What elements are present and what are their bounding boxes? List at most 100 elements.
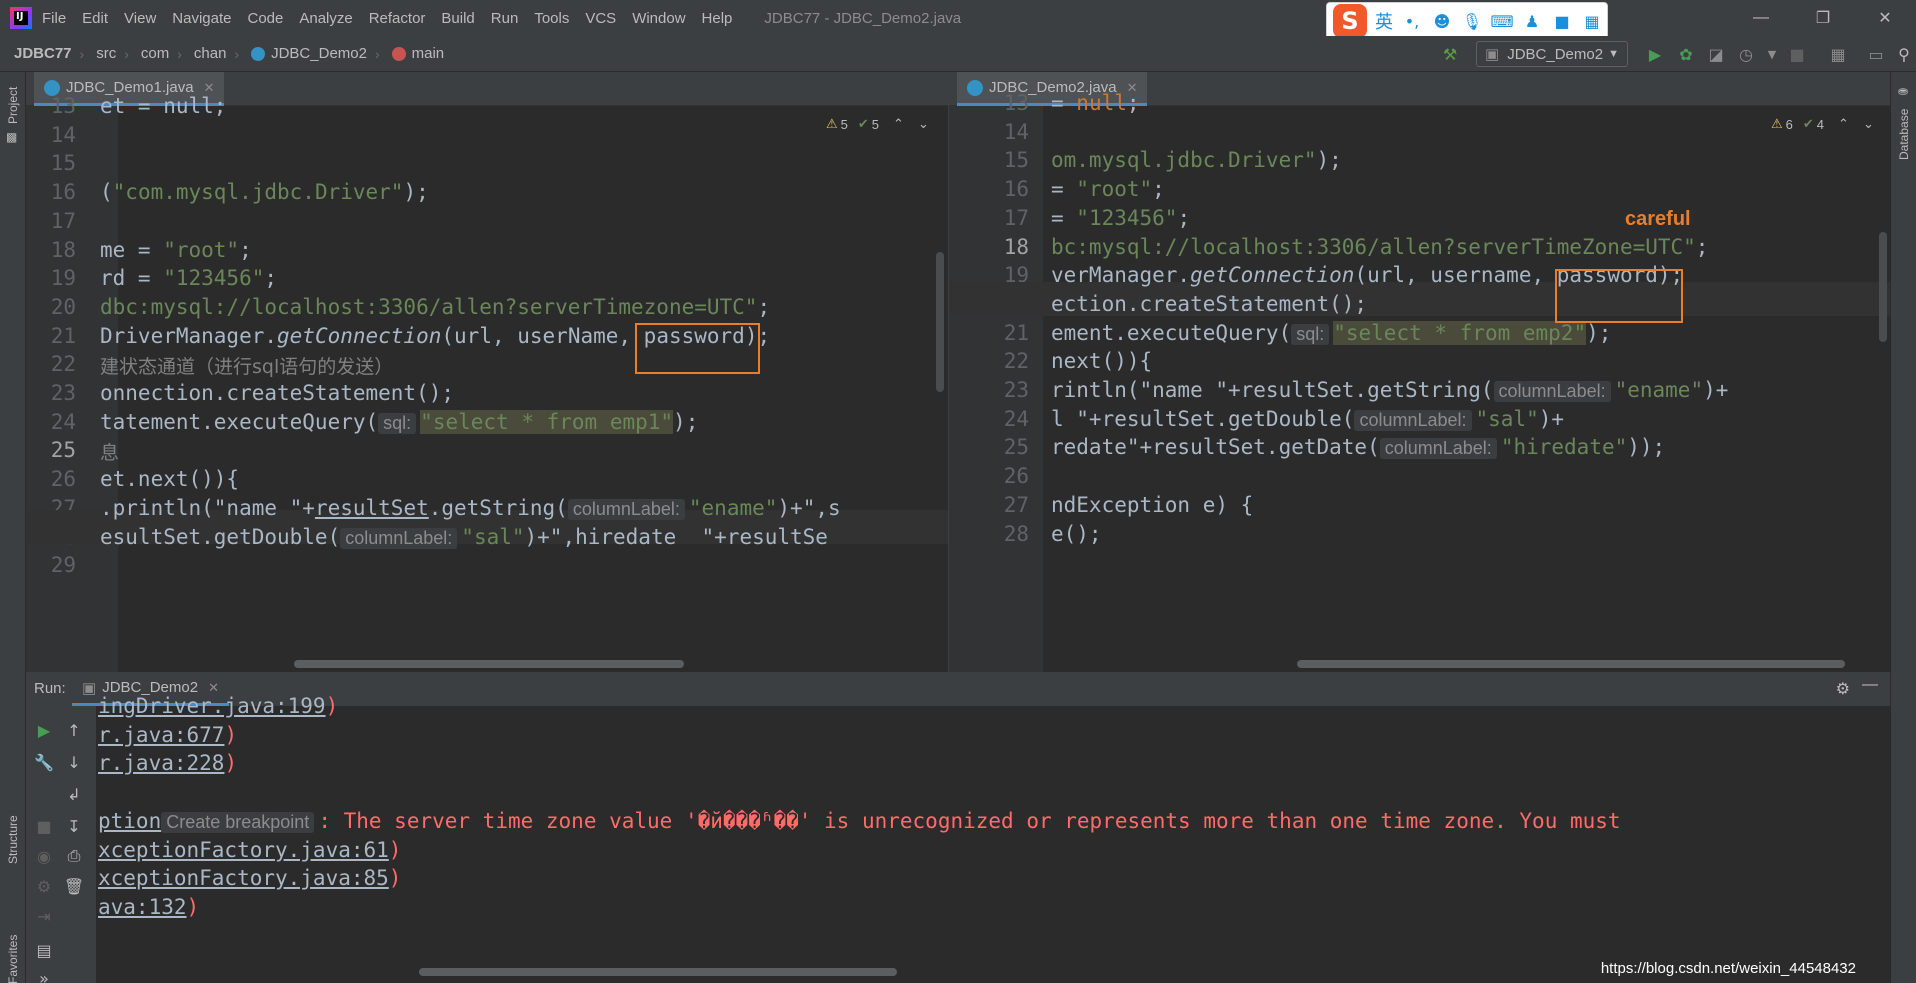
console-line[interactable]: ingDriver.java:199) xyxy=(98,694,338,718)
console-line[interactable]: r.java:228) xyxy=(98,751,237,775)
code-line[interactable]: dbc:mysql://localhost:3306/allen?serverT… xyxy=(100,295,770,319)
code-line[interactable]: et = null; xyxy=(100,94,226,118)
breadcrumb-class[interactable]: JDBC_Demo2 xyxy=(251,45,367,62)
favorites-tool-tab[interactable]: Favorites xyxy=(6,935,20,983)
build-hammer-icon[interactable]: ⚒ xyxy=(1440,44,1460,64)
trash-icon[interactable]: 🗑 xyxy=(64,876,84,896)
breadcrumb-com[interactable]: com xyxy=(141,45,169,62)
menu-analyze[interactable]: Analyze xyxy=(299,10,352,27)
more-run-chevron-icon[interactable]: ▼ xyxy=(1762,44,1782,64)
code-line[interactable]: me = "root"; xyxy=(100,238,252,262)
breadcrumb-src[interactable]: src xyxy=(96,45,116,62)
code-line[interactable]: 建状态通道（进行sql语句的发送） xyxy=(100,352,393,379)
stop-icon[interactable]: ■ xyxy=(1787,44,1807,64)
chevron-up-icon[interactable]: ⌃ xyxy=(893,116,904,132)
inspection-widget[interactable]: ⚠ 6 ✔ 4 ⌃ ⌄ xyxy=(1771,116,1874,132)
code-line[interactable]: bc:mysql://localhost:3306/allen?serverTi… xyxy=(1051,235,1708,259)
menu-window[interactable]: Window xyxy=(632,10,685,27)
menu-run[interactable]: Run xyxy=(491,10,519,27)
breadcrumb-project[interactable]: JDBC77 xyxy=(14,45,72,62)
console-line[interactable]: ava:132) xyxy=(98,895,199,919)
code-line[interactable]: = null; xyxy=(1051,91,1140,115)
code-line[interactable]: rintln("name "+resultSet.getString(colum… xyxy=(1051,378,1728,402)
scroll-down-icon[interactable]: ↓ xyxy=(64,752,84,772)
debug-bug-icon[interactable]: ✿ xyxy=(1676,44,1696,64)
menu-view[interactable]: View xyxy=(124,10,156,27)
chevron-down-icon[interactable]: ⌄ xyxy=(1863,116,1874,132)
layout-icon[interactable]: ▤ xyxy=(34,940,54,960)
sogou-logo-icon[interactable]: S xyxy=(1333,4,1367,38)
right-horizontal-scrollbar[interactable] xyxy=(1297,660,1845,668)
code-line[interactable]: ("com.mysql.jdbc.Driver"); xyxy=(100,180,429,204)
code-line[interactable]: tatement.executeQuery(sql: "select * from… xyxy=(100,409,698,434)
keyboard-icon[interactable]: ⌨ xyxy=(1490,10,1513,32)
code-line[interactable]: rd = "123456"; xyxy=(100,266,277,290)
print-icon[interactable]: ⎙ xyxy=(64,846,84,866)
code-line[interactable]: ndException e) { xyxy=(1051,493,1253,517)
code-line[interactable]: om.mysql.jdbc.Driver"); xyxy=(1051,148,1342,172)
settings-gear-icon[interactable]: ⚙ xyxy=(1836,679,1850,699)
code-line[interactable]: et.next()){ xyxy=(100,467,239,491)
database-tool-tab[interactable]: Database xyxy=(1897,109,1911,160)
code-line[interactable]: 息 xyxy=(100,438,119,465)
code-line[interactable]: onnection.createStatement(); xyxy=(100,381,454,405)
console-line[interactable]: xceptionFactory.java:85) xyxy=(98,866,401,890)
code-line[interactable]: ement.executeQuery(sql: "select * from em… xyxy=(1051,320,1611,345)
project-tool-tab[interactable]: Project xyxy=(6,87,20,124)
minimize-icon[interactable]: — xyxy=(1730,0,1792,36)
chevron-down-icon[interactable]: ⌄ xyxy=(918,116,929,132)
rerun-icon[interactable]: ▶ xyxy=(34,720,54,740)
soft-wrap-icon[interactable]: ↲ xyxy=(64,784,84,804)
restore-icon[interactable]: ❐ xyxy=(1792,0,1854,36)
run-configuration-select[interactable]: ▣ JDBC_Demo2 ▼ xyxy=(1476,41,1628,67)
right-vertical-scrollbar[interactable] xyxy=(1879,232,1887,342)
structure-tool-tab[interactable]: Structure xyxy=(6,815,20,864)
menu-code[interactable]: Code xyxy=(247,10,283,27)
menu-file[interactable]: File xyxy=(42,10,66,27)
menu-build[interactable]: Build xyxy=(441,10,474,27)
chevron-up-icon[interactable]: ⌃ xyxy=(1838,116,1849,132)
code-line[interactable]: .println("name "+resultSet.getString(col… xyxy=(100,496,841,520)
breadcrumb-chan[interactable]: chan xyxy=(194,45,227,62)
menu-edit[interactable]: Edit xyxy=(82,10,108,27)
left-vertical-scrollbar[interactable] xyxy=(936,252,944,392)
terminal-icon[interactable]: ▭ xyxy=(1866,44,1886,64)
profile-icon[interactable]: ◷ xyxy=(1736,44,1756,64)
code-line[interactable]: = "123456"; xyxy=(1051,206,1190,230)
search-icon[interactable]: ⚲ xyxy=(1894,44,1914,64)
code-line[interactable]: = "root"; xyxy=(1051,177,1165,201)
code-line[interactable]: redate"+resultSet.getDate(columnLabel: "h… xyxy=(1051,435,1665,460)
skin-shirt-icon[interactable]: ■ xyxy=(1551,10,1573,32)
code-line[interactable]: next()){ xyxy=(1051,349,1152,373)
scroll-to-end-icon[interactable]: ↧ xyxy=(64,816,84,836)
menu-navigate[interactable]: Navigate xyxy=(172,10,231,27)
hide-panel-icon[interactable]: — xyxy=(1862,676,1878,694)
coverage-icon[interactable]: ◪ xyxy=(1706,44,1726,64)
punctuation-icon[interactable]: •, xyxy=(1401,10,1423,32)
project-structure-icon[interactable]: ▦ xyxy=(1828,44,1848,64)
toolbox-grid-icon[interactable]: ▦ xyxy=(1581,10,1603,32)
menu-vcs[interactable]: VCS xyxy=(585,10,616,27)
ime-language-toggle[interactable]: 英 xyxy=(1375,8,1393,34)
emoji-icon[interactable]: ☻ xyxy=(1431,10,1453,32)
console-line[interactable]: ption Create breakpoint: The server time … xyxy=(98,809,1621,833)
code-line[interactable]: ection.createStatement(); xyxy=(1051,292,1367,316)
wrench-icon[interactable]: 🔧 xyxy=(34,752,54,772)
code-line[interactable]: l "+resultSet.getDouble(columnLabel: "sal… xyxy=(1051,407,1564,431)
code-line[interactable]: e(); xyxy=(1051,522,1102,546)
exit-icon[interactable]: ⇥ xyxy=(34,906,54,926)
menu-tools[interactable]: Tools xyxy=(534,10,569,27)
user-icon[interactable]: ♟ xyxy=(1521,10,1543,32)
breadcrumb-method[interactable]: main xyxy=(391,45,444,62)
settings-icon[interactable]: ⚙ xyxy=(34,876,54,896)
run-icon[interactable]: ▶ xyxy=(1645,44,1665,64)
close-icon[interactable]: ✕ xyxy=(1854,0,1916,36)
menu-help[interactable]: Help xyxy=(702,10,733,27)
microphone-icon[interactable]: 🎙 xyxy=(1461,10,1483,32)
console-line[interactable]: r.java:677) xyxy=(98,723,237,747)
code-line[interactable]: esultSet.getDouble(columnLabel: "sal")+",… xyxy=(100,525,828,549)
console-line[interactable]: xceptionFactory.java:61) xyxy=(98,838,401,862)
left-horizontal-scrollbar[interactable] xyxy=(294,660,684,668)
console-horizontal-scrollbar[interactable] xyxy=(419,968,897,976)
scroll-up-icon[interactable]: ↑ xyxy=(64,720,84,740)
